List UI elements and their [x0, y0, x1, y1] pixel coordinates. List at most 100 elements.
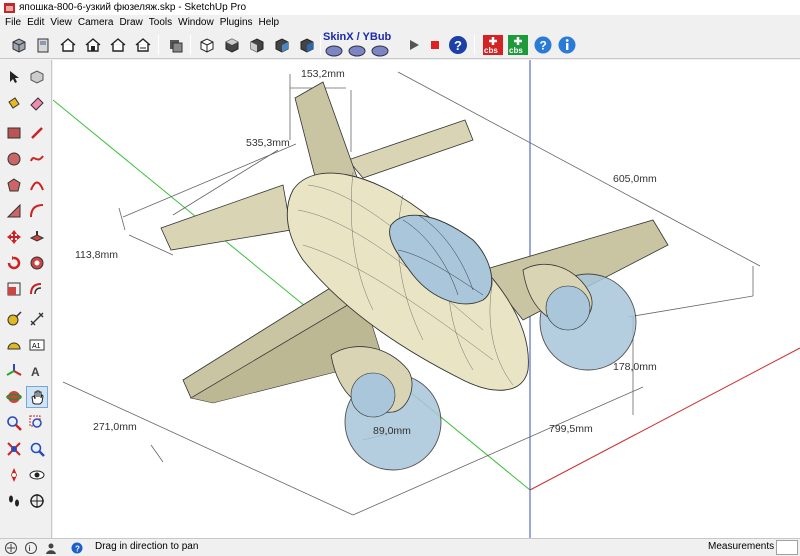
top-toolbar: SkinX / YBub ? cbs cbs ?	[0, 31, 800, 59]
dimension-label: 113,8mm	[75, 249, 118, 261]
measurements-input[interactable]	[776, 540, 798, 555]
view-iso-icon[interactable]	[196, 34, 218, 56]
horizontal-stabilizer	[160, 184, 292, 251]
toolbar-separator	[190, 35, 191, 55]
geolocation-icon[interactable]	[4, 541, 18, 555]
scale-icon[interactable]	[3, 278, 25, 300]
view-front-icon[interactable]	[246, 34, 268, 56]
circle-icon[interactable]	[3, 148, 25, 170]
menu-draw[interactable]: Draw	[116, 16, 145, 30]
menu-view[interactable]: View	[47, 16, 75, 30]
zoom-extents-icon[interactable]	[3, 438, 25, 460]
left-toolbar: A1 A	[0, 60, 52, 538]
protractor-icon[interactable]	[3, 334, 25, 356]
skinx-tool-2-icon[interactable]	[348, 41, 366, 59]
svg-text:?: ?	[454, 38, 462, 53]
menu-help[interactable]: Help	[256, 16, 283, 30]
user-icon[interactable]	[44, 541, 58, 555]
walk-footprints-icon[interactable]	[3, 490, 25, 512]
model-info-icon[interactable]	[32, 34, 54, 56]
svg-text:?: ?	[540, 39, 547, 53]
dimension-label: 153,2mm	[301, 68, 345, 80]
cbs-label-1: cbs	[484, 46, 498, 55]
instructor-icon[interactable]: ?	[70, 541, 84, 555]
section-plane-icon[interactable]	[26, 490, 48, 512]
menu-bar: File Edit View Camera Draw Tools Window …	[0, 15, 800, 31]
component-icon[interactable]	[8, 34, 30, 56]
3d-text-icon[interactable]: A	[26, 360, 48, 382]
measurements-label: Measurements	[708, 541, 775, 552]
svg-text:A: A	[31, 365, 40, 379]
dimension-label: 799,5mm	[549, 423, 593, 435]
menu-camera[interactable]: Camera	[75, 16, 117, 30]
dimension-label: 89,0mm	[373, 425, 411, 437]
stop-icon[interactable]	[424, 34, 446, 56]
rotate-icon[interactable]	[3, 252, 25, 274]
arc-2-icon[interactable]	[26, 200, 48, 222]
help-question-icon[interactable]: ?	[447, 34, 469, 56]
toolbar-separator	[320, 35, 321, 55]
cbs-label-2: cbs	[509, 46, 523, 55]
push-pull-icon[interactable]	[26, 226, 48, 248]
status-bar: i ? Drag in direction to pan Measurement…	[0, 538, 800, 556]
follow-me-icon[interactable]	[26, 252, 48, 274]
pie-icon[interactable]	[3, 200, 25, 222]
play-icon[interactable]	[403, 34, 425, 56]
view-right-icon[interactable]	[271, 34, 293, 56]
svg-text:i: i	[29, 544, 31, 553]
menu-file[interactable]: File	[2, 16, 24, 30]
previous-view-icon[interactable]	[26, 438, 48, 460]
view-back-icon[interactable]	[296, 34, 318, 56]
dimension-label: 535,3mm	[246, 137, 290, 149]
rectangle-icon[interactable]	[3, 122, 25, 144]
share-model-icon[interactable]	[107, 34, 129, 56]
menu-window[interactable]: Window	[175, 16, 217, 30]
view-top-icon[interactable]	[221, 34, 243, 56]
menu-edit[interactable]: Edit	[24, 16, 47, 30]
model-drawing: 153,2mm 535,3mm 605,0mm 113,8mm 178,0mm …	[53, 60, 800, 538]
window-title: япошка-800-6-узкий фюзеляж.skp - SketchU…	[19, 2, 247, 13]
credits-icon[interactable]: i	[24, 541, 38, 555]
look-around-icon[interactable]	[26, 464, 48, 486]
info-circle-icon[interactable]	[556, 34, 578, 56]
dimension-label: 271,0mm	[93, 421, 137, 433]
toolbar-separator	[158, 35, 159, 55]
zoom-window-icon[interactable]	[26, 412, 48, 434]
zoom-icon[interactable]	[3, 412, 25, 434]
svg-text:A1: A1	[32, 343, 41, 350]
make-component-icon[interactable]	[26, 66, 48, 88]
dimension-icon[interactable]	[26, 308, 48, 330]
status-hint: Drag in direction to pan	[95, 541, 199, 552]
help-circle-icon[interactable]: ?	[532, 34, 554, 56]
position-camera-icon[interactable]	[3, 464, 25, 486]
skinx-tool-1-icon[interactable]	[325, 41, 343, 59]
menu-plugins[interactable]: Plugins	[217, 16, 256, 30]
title-bar: япошка-800-6-узкий фюзеляж.skp - SketchU…	[0, 0, 800, 15]
skinx-tool-3-icon[interactable]	[371, 41, 389, 59]
orbit-icon[interactable]	[3, 386, 25, 408]
tape-measure-icon[interactable]	[3, 308, 25, 330]
pan-hand-icon[interactable]	[26, 386, 48, 408]
freehand-icon[interactable]	[26, 148, 48, 170]
offset-icon[interactable]	[26, 278, 48, 300]
dimension-label: 178,0mm	[613, 361, 657, 373]
text-a1-icon[interactable]: A1	[26, 334, 48, 356]
polygon-icon[interactable]	[3, 174, 25, 196]
svg-text:?: ?	[75, 545, 80, 554]
extension-warehouse-icon[interactable]	[132, 34, 154, 56]
eraser-icon[interactable]	[26, 92, 48, 114]
menu-tools[interactable]: Tools	[146, 16, 175, 30]
paint-bucket-icon[interactable]	[3, 92, 25, 114]
select-arrow-icon[interactable]	[3, 66, 25, 88]
layers-icon[interactable]	[165, 34, 187, 56]
warehouse-icon[interactable]	[82, 34, 104, 56]
home-icon[interactable]	[57, 34, 79, 56]
model-viewport[interactable]: 153,2mm 535,3mm 605,0mm 113,8mm 178,0mm …	[53, 60, 800, 538]
move-icon[interactable]	[3, 226, 25, 248]
sketchup-window: япошка-800-6-узкий фюзеляж.skp - SketchU…	[0, 0, 800, 556]
sketchup-logo-icon	[4, 2, 15, 13]
dimension-label: 605,0mm	[613, 173, 657, 185]
line-pencil-icon[interactable]	[26, 122, 48, 144]
arc-icon[interactable]	[26, 174, 48, 196]
axes-icon[interactable]	[3, 360, 25, 382]
